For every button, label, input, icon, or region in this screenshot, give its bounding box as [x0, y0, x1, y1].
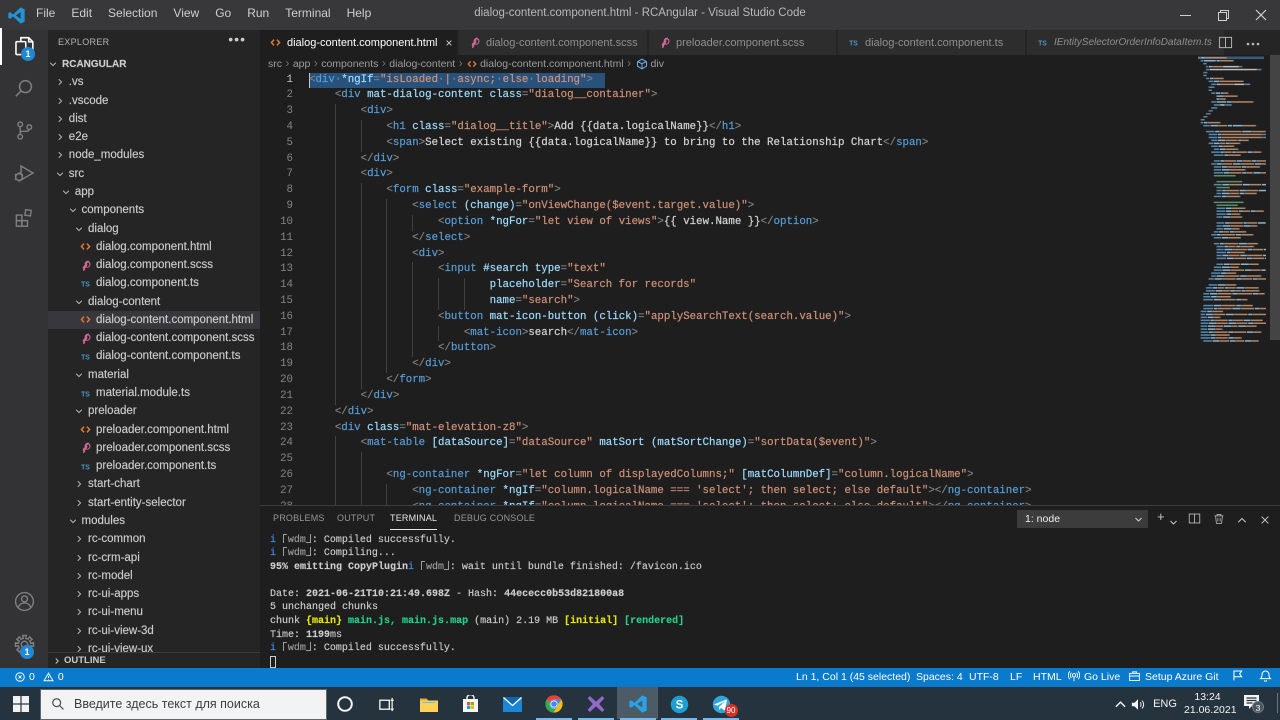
svg-text:TS: TS [849, 40, 858, 47]
svg-text:TS: TS [1038, 40, 1047, 47]
svg-text:TS: TS [81, 391, 90, 398]
svg-text:S: S [676, 699, 684, 711]
svg-text:TS: TS [81, 464, 90, 471]
svg-text:TS: TS [81, 281, 90, 288]
svg-text:TS: TS [81, 354, 90, 361]
